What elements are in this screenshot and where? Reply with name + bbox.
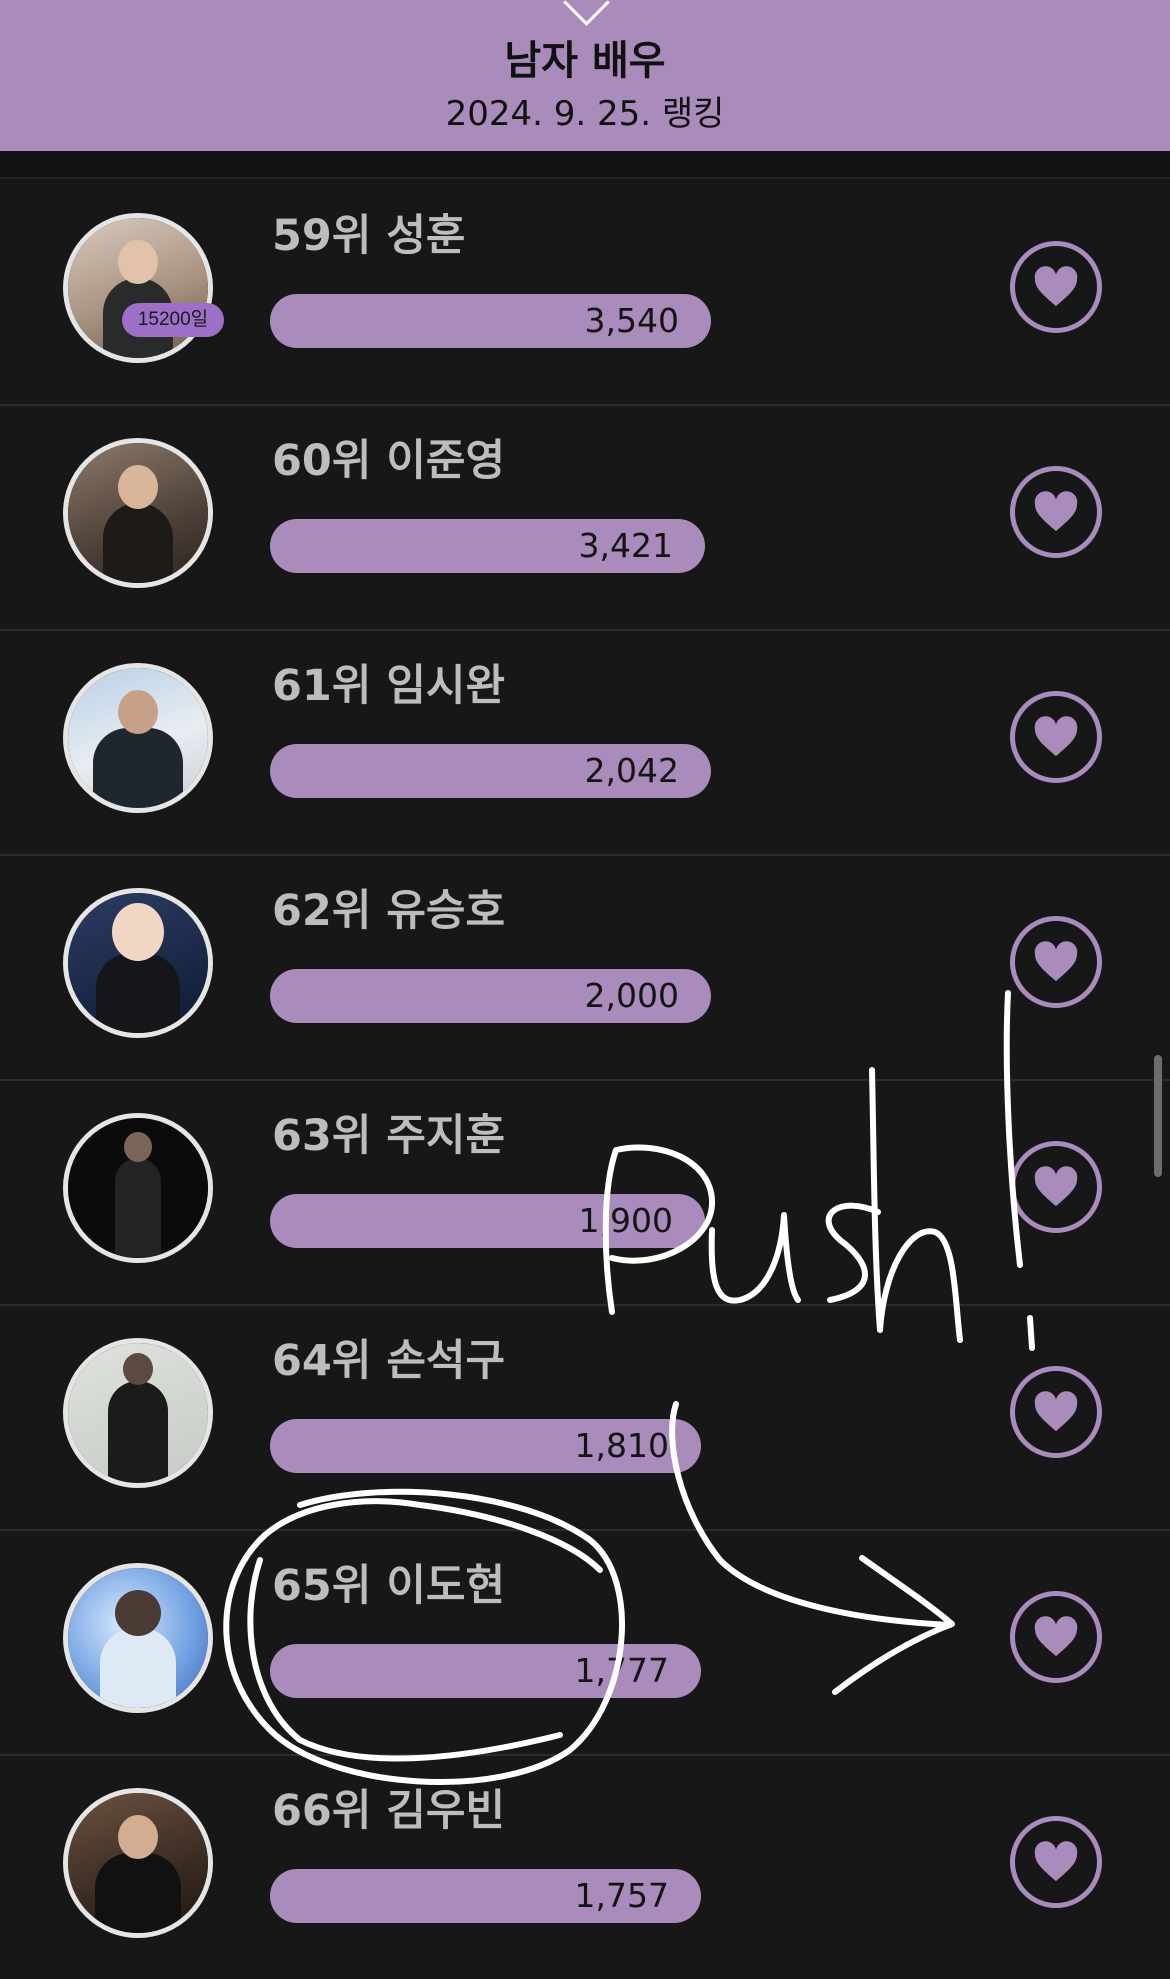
ranking-row[interactable]: 15200일 59위 성훈 3,540 bbox=[0, 179, 1170, 406]
vote-bar: 1,757 bbox=[270, 1869, 701, 1923]
avatar[interactable] bbox=[63, 213, 213, 363]
vote-count: 3,540 bbox=[584, 301, 679, 340]
avatar[interactable] bbox=[63, 663, 213, 813]
vote-count: 1,757 bbox=[574, 1876, 669, 1915]
vote-button[interactable] bbox=[1010, 691, 1102, 783]
avatar[interactable] bbox=[63, 888, 213, 1038]
ranking-row[interactable]: 62위 유승호 2,000 bbox=[0, 854, 1170, 1081]
ranking-row[interactable]: 66위 김우빈 1,757 bbox=[0, 1754, 1170, 1979]
avatar[interactable] bbox=[63, 1113, 213, 1263]
vote-button[interactable] bbox=[1010, 241, 1102, 333]
rank-name: 62위 유승호 bbox=[272, 886, 506, 936]
chevron-down-icon[interactable] bbox=[563, 0, 610, 26]
vote-count: 1,900 bbox=[578, 1201, 673, 1240]
rank-name: 65위 이도현 bbox=[272, 1561, 506, 1611]
heart-icon bbox=[1034, 491, 1078, 532]
ranking-row[interactable]: 65위 이도현 1,777 bbox=[0, 1529, 1170, 1756]
avatar[interactable] bbox=[63, 1338, 213, 1488]
vote-button[interactable] bbox=[1010, 466, 1102, 558]
vote-count: 2,042 bbox=[584, 751, 679, 790]
vote-button[interactable] bbox=[1010, 1591, 1102, 1683]
heart-icon bbox=[1034, 266, 1078, 307]
heart-icon bbox=[1034, 1616, 1078, 1657]
ranking-header: 남자 배우 2024. 9. 25. 랭킹 bbox=[0, 0, 1170, 151]
ranking-row[interactable]: 60위 이준영 3,421 bbox=[0, 404, 1170, 631]
ranking-row[interactable]: 61위 임시완 2,042 bbox=[0, 629, 1170, 856]
rank-name: 64위 손석구 bbox=[272, 1336, 506, 1386]
rank-name: 60위 이준영 bbox=[272, 436, 506, 486]
ranking-row[interactable]: 63위 주지훈 1,900 bbox=[0, 1079, 1170, 1306]
heart-icon bbox=[1034, 1841, 1078, 1882]
avatar[interactable] bbox=[63, 1788, 213, 1938]
rank-name: 63위 주지훈 bbox=[272, 1111, 506, 1161]
rank-name: 59위 성훈 bbox=[272, 211, 466, 261]
avatar[interactable] bbox=[63, 438, 213, 588]
ranking-row[interactable]: 64위 손석구 1,810 bbox=[0, 1304, 1170, 1531]
vote-bar: 3,421 bbox=[270, 519, 705, 573]
vote-count: 1,810 bbox=[574, 1426, 669, 1465]
vote-count: 3,421 bbox=[578, 526, 673, 565]
vote-count: 1,777 bbox=[574, 1651, 669, 1690]
rank-name: 61위 임시완 bbox=[272, 661, 506, 711]
vote-button[interactable] bbox=[1010, 916, 1102, 1008]
vote-bar: 2,042 bbox=[270, 744, 711, 798]
heart-icon bbox=[1034, 716, 1078, 757]
category-title: 남자 배우 bbox=[504, 38, 666, 84]
vote-button[interactable] bbox=[1010, 1141, 1102, 1233]
avatar[interactable] bbox=[63, 1563, 213, 1713]
vote-button[interactable] bbox=[1010, 1366, 1102, 1458]
vote-bar: 1,810 bbox=[270, 1419, 701, 1473]
vote-bar: 1,777 bbox=[270, 1644, 701, 1698]
days-badge: 15200일 bbox=[122, 303, 224, 337]
rank-name: 66위 김우빈 bbox=[272, 1786, 506, 1836]
header-divider bbox=[0, 151, 1170, 179]
vote-bar: 3,540 bbox=[270, 294, 711, 348]
vote-button[interactable] bbox=[1010, 1816, 1102, 1908]
vote-bar: 1,900 bbox=[270, 1194, 705, 1248]
ranking-date: 2024. 9. 25. 랭킹 bbox=[445, 94, 725, 134]
vote-bar: 2,000 bbox=[270, 969, 711, 1023]
heart-icon bbox=[1034, 941, 1078, 982]
heart-icon bbox=[1034, 1166, 1078, 1207]
scrollbar[interactable] bbox=[1154, 1055, 1162, 1177]
vote-count: 2,000 bbox=[584, 976, 679, 1015]
heart-icon bbox=[1034, 1391, 1078, 1432]
